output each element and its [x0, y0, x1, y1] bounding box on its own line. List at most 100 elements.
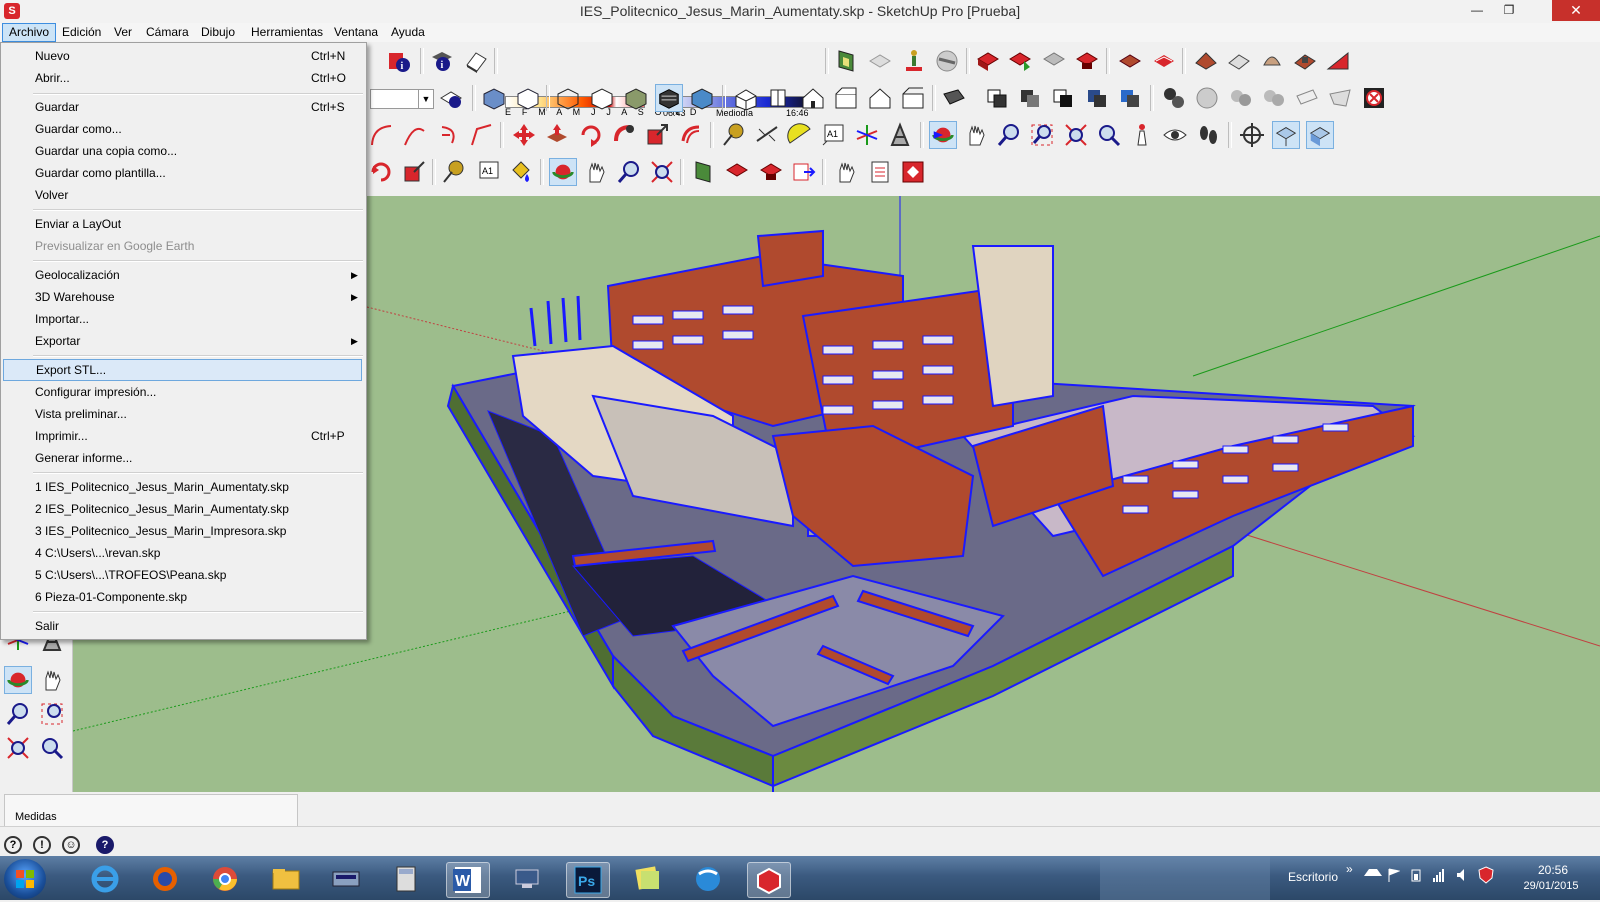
menu-ver[interactable]: Ver — [108, 23, 138, 42]
taskbar-photoshop[interactable]: Ps — [566, 862, 610, 898]
two-point-arc-icon[interactable] — [400, 121, 428, 149]
zoom-extents-icon[interactable] — [1062, 121, 1090, 149]
ruby-console-icon[interactable] — [899, 158, 927, 186]
orbit-small-icon[interactable] — [549, 158, 577, 186]
interact-icon[interactable] — [1260, 84, 1288, 112]
power-icon[interactable] — [1410, 868, 1422, 882]
help-status-icon[interactable]: ? — [96, 836, 114, 854]
walk-figure-icon[interactable] — [900, 47, 928, 75]
menu-item-enviar-layout[interactable]: Enviar a LayOut — [3, 213, 362, 235]
taskbar-chrome[interactable] — [204, 862, 246, 896]
entity-info-icon[interactable]: i — [428, 47, 456, 75]
menu-herramientas[interactable]: Herramientas — [245, 23, 329, 42]
tray-chevron[interactable]: » — [1346, 862, 1353, 876]
send-layout-icon[interactable] — [790, 158, 818, 186]
menu-item-exportar[interactable]: Exportar ▶ — [3, 330, 362, 352]
scale-icon[interactable] — [643, 121, 671, 149]
display-section-icon[interactable] — [866, 47, 894, 75]
tape-measure-icon[interactable] — [720, 121, 748, 149]
report-icon[interactable] — [866, 158, 894, 186]
component-options-icon[interactable] — [1193, 84, 1221, 112]
menu-item-salir[interactable]: Salir — [3, 615, 362, 637]
taskbar-remote-desktop[interactable] — [506, 862, 548, 896]
subtract-icon[interactable] — [1049, 84, 1077, 112]
flip-edge-icon[interactable] — [1324, 47, 1352, 75]
push-pull-icon[interactable] — [543, 121, 571, 149]
solid-tools-icon[interactable] — [1326, 84, 1354, 112]
show-hidden-icons-icon[interactable] — [1364, 869, 1382, 876]
network-icon[interactable] — [1432, 868, 1446, 882]
smoove-icon[interactable] — [1258, 47, 1286, 75]
warehouse-share-icon[interactable] — [1006, 47, 1034, 75]
extension-warehouse-icon[interactable] — [1073, 47, 1101, 75]
look-around-icon[interactable] — [1161, 121, 1189, 149]
menu-item-imprimir[interactable]: Imprimir... Ctrl+P — [3, 425, 362, 447]
menu-item-vista-preliminar[interactable]: Vista preliminar... — [3, 403, 362, 425]
menu-ayuda[interactable]: Ayuda — [385, 23, 431, 42]
menu-item-recent-6[interactable]: 6 Pieza-01-Componente.skp — [3, 586, 362, 608]
flag-icon[interactable] — [1388, 868, 1401, 882]
geolocation-status-icon[interactable]: ? — [4, 836, 22, 854]
menu-dibujo[interactable]: Dibujo — [195, 23, 241, 42]
arc-icon[interactable] — [367, 121, 395, 149]
text-tool-icon[interactable]: A1 — [819, 121, 847, 149]
scale-small-icon[interactable] — [400, 158, 428, 186]
text-small-icon[interactable]: A1 — [474, 158, 502, 186]
menu-item-guardar-plantilla[interactable]: Guardar como plantilla... — [3, 162, 362, 184]
fog-icon[interactable] — [933, 47, 961, 75]
pan-small-icon[interactable] — [582, 158, 610, 186]
hidden-line-icon[interactable] — [588, 84, 616, 112]
left-view-icon[interactable] — [899, 84, 927, 112]
monochrome-icon[interactable] — [688, 84, 716, 112]
menu-item-recent-1[interactable]: 1 IES_Politecnico_Jesus_Marin_Aumentaty.… — [3, 476, 362, 498]
credits-status-icon[interactable]: ! — [33, 836, 51, 854]
taskbar-browser[interactable] — [687, 862, 729, 896]
stamp-icon[interactable] — [1291, 47, 1319, 75]
solid-inspector-icon[interactable] — [1293, 84, 1321, 112]
taskbar-sticky-notes[interactable] — [627, 862, 669, 896]
section-plane-tool-icon[interactable] — [1238, 121, 1266, 149]
clock-date[interactable]: 29/01/2015 — [1516, 880, 1586, 892]
menu-item-export-stl[interactable]: Export STL... — [3, 359, 362, 381]
zoom-window-icon[interactable] — [1028, 121, 1056, 149]
union-icon[interactable] — [940, 84, 968, 112]
position-camera-icon[interactable] — [1128, 121, 1156, 149]
menu-item-guardar-como[interactable]: Guardar como... — [3, 118, 362, 140]
antivirus-icon[interactable] — [1478, 866, 1494, 884]
menu-item-importar[interactable]: Importar... — [3, 308, 362, 330]
rotate-small-icon[interactable] — [367, 158, 395, 186]
menu-item-recent-2[interactable]: 2 IES_Politecnico_Jesus_Marin_Aumentaty.… — [3, 498, 362, 520]
wireframe-icon[interactable] — [554, 84, 582, 112]
zoom-window-left-icon[interactable] — [38, 700, 66, 728]
dynamic-component-icon[interactable] — [1160, 84, 1188, 112]
pan-icon[interactable] — [962, 121, 990, 149]
iso-view-icon[interactable] — [732, 84, 760, 112]
menu-item-configurar-impresion[interactable]: Configurar impresión... — [3, 381, 362, 403]
section-plane-icon[interactable] — [833, 47, 861, 75]
pan-left-icon[interactable] — [38, 666, 66, 694]
shaded-icon[interactable] — [622, 84, 650, 112]
user-status-icon[interactable]: ☺ — [62, 836, 80, 854]
menu-item-nuevo[interactable]: Nuevo Ctrl+N — [3, 45, 362, 67]
rotate-icon[interactable] — [577, 121, 605, 149]
menu-item-generar-informe[interactable]: Generar informe... — [3, 447, 362, 469]
protractor-icon[interactable] — [786, 121, 814, 149]
orbit-icon[interactable] — [929, 121, 957, 149]
offset-icon[interactable] — [677, 121, 705, 149]
zoom-icon[interactable] — [995, 121, 1023, 149]
extension-small-icon[interactable] — [757, 158, 785, 186]
menu-item-recent-3[interactable]: 3 IES_Politecnico_Jesus_Marin_Impresora.… — [3, 520, 362, 542]
terrain-toggle-icon[interactable] — [1150, 47, 1178, 75]
menu-item-geolocalizacion[interactable]: Geolocalización ▶ — [3, 264, 362, 286]
minimize-button[interactable]: — — [1462, 0, 1492, 21]
taskbar-firefox[interactable] — [144, 862, 186, 896]
layer-select[interactable]: ▼ — [370, 89, 434, 109]
eraser-shadow-icon[interactable] — [462, 47, 490, 75]
menu-archivo[interactable]: Archivo — [2, 23, 57, 42]
3d-text-icon[interactable] — [886, 121, 914, 149]
menu-item-abrir[interactable]: Abrir... Ctrl+O — [3, 67, 362, 89]
menu-edicion[interactable]: Edición — [56, 23, 107, 42]
chevron-down-icon[interactable]: ▼ — [418, 90, 433, 108]
sandbox-contours-icon[interactable] — [1192, 47, 1220, 75]
menu-item-guardar-copia[interactable]: Guardar una copia como... — [3, 140, 362, 162]
